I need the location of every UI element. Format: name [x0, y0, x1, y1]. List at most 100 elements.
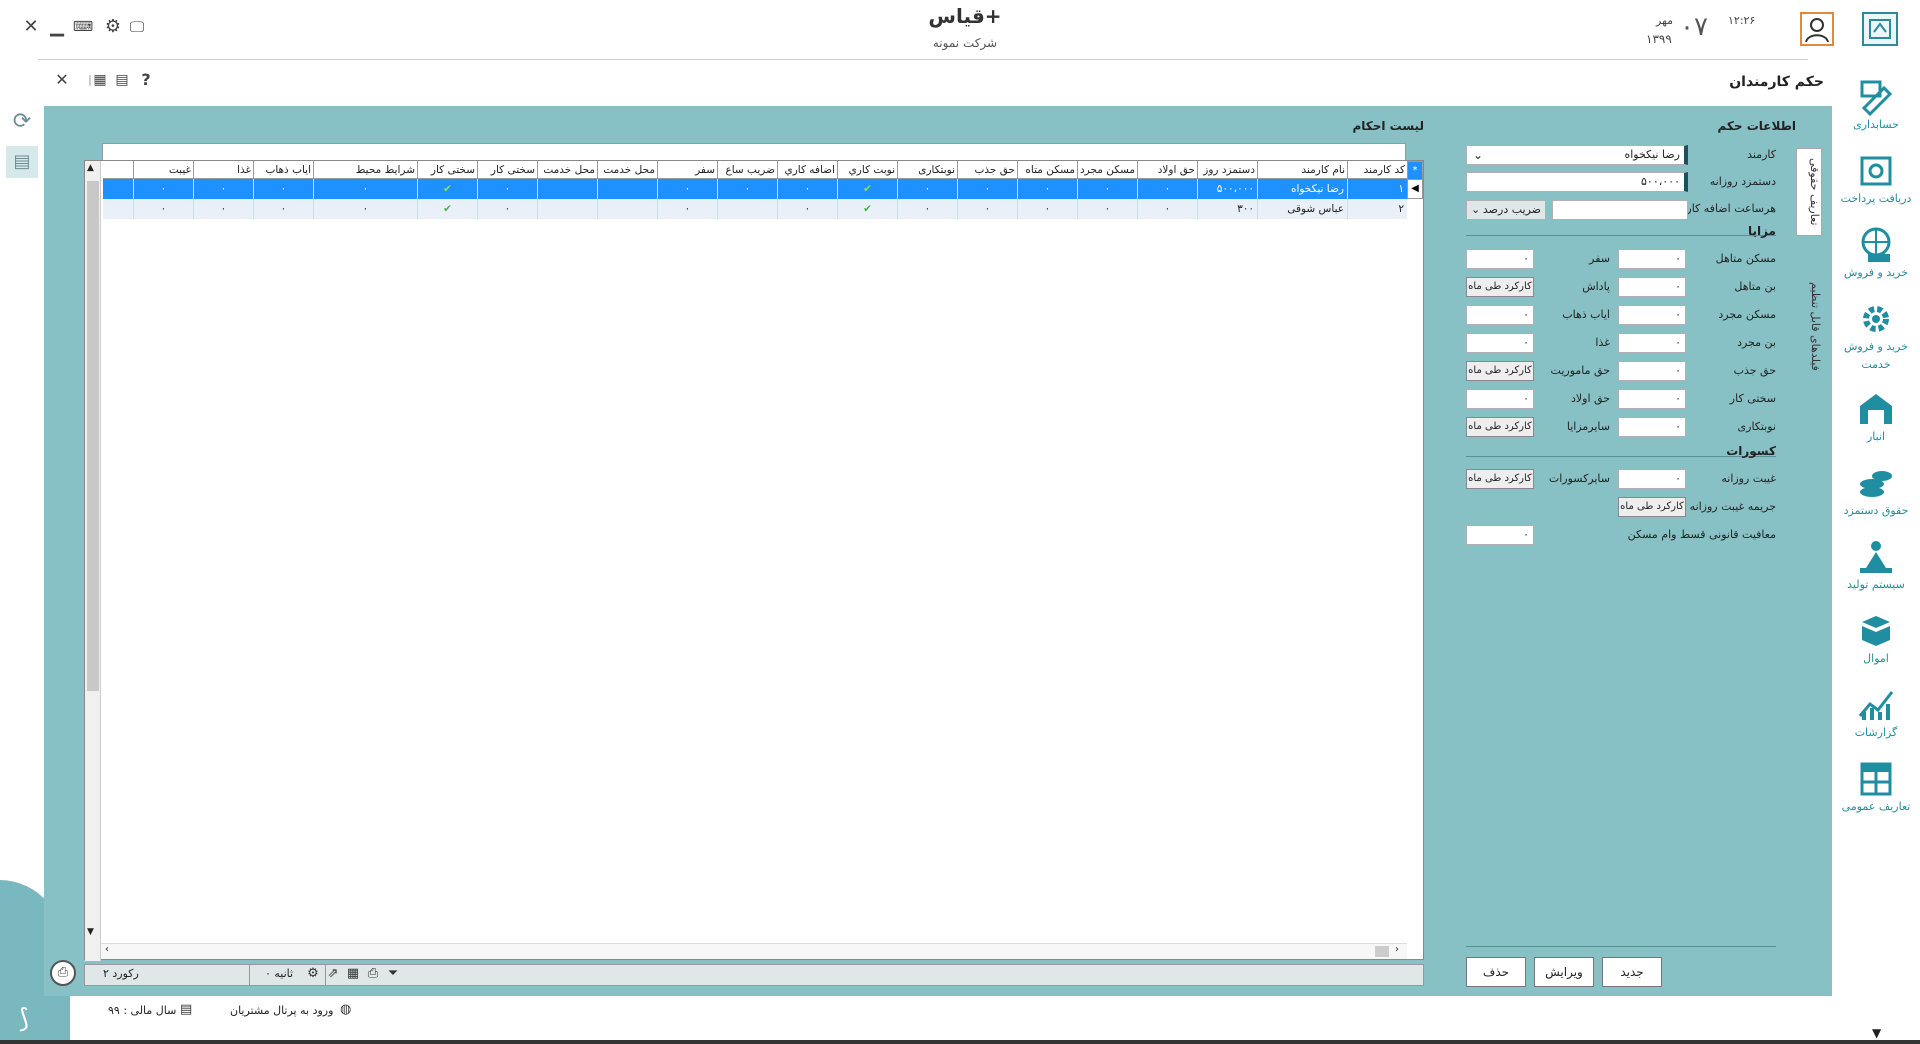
daily-absence-input[interactable]: ۰ — [1618, 469, 1686, 489]
scroll-left-icon[interactable]: ‹ — [105, 944, 109, 955]
nav-payroll[interactable]: حقوق دستمزد — [1832, 464, 1920, 520]
close-form-icon[interactable]: ✕ — [52, 70, 72, 90]
scroll-down-icon[interactable]: ▼ — [87, 927, 94, 937]
new-button[interactable]: جدید — [1602, 957, 1662, 987]
benefit-input[interactable]: ۰ — [1618, 333, 1686, 353]
table-row[interactable]: ۲ عباس شوقی ۳۰۰ ۰ ۰ ۰ ۰ ۰ ✔ ۰ ۰ ۰ ✔ ۰ ۰ … — [103, 199, 1407, 219]
gear-icon[interactable]: ⚙ — [102, 16, 124, 38]
column-header[interactable]: سختی کار — [477, 161, 537, 179]
table-row[interactable]: ۱ رضا نیکخواه ۵۰۰،۰۰۰ ۰ ۰ ۰ ۰ ۰ ✔ ۰ ۰ ۰ … — [103, 179, 1407, 199]
filter-icon[interactable]: ⏷ — [385, 966, 401, 981]
delete-button[interactable]: حذف — [1466, 957, 1526, 987]
fiscal-year[interactable]: سال مالی : ۹۹ — [108, 1004, 176, 1017]
refresh-icon[interactable]: ⟳ — [6, 106, 38, 138]
overtime-mode-select[interactable]: ⌄ ضریب درصد — [1466, 200, 1546, 220]
benefit-input[interactable]: ۰ — [1618, 417, 1686, 437]
keyboard-icon[interactable]: ⌨ — [72, 16, 94, 38]
monitor-icon[interactable]: 🖵 — [126, 16, 148, 38]
nav-definitions[interactable]: تعاریف عمومی — [1832, 760, 1920, 816]
nav-buy-sell[interactable]: خرید و فروش — [1832, 226, 1920, 282]
grid-view-icon[interactable]: ▦ — [90, 70, 110, 90]
column-header[interactable]: شرایط محیط — [313, 161, 417, 179]
nav-production[interactable]: سیستم تولید — [1832, 538, 1920, 594]
monthly-work-button[interactable]: کارکرد طی ماه — [1466, 417, 1534, 437]
daily-wage-input[interactable]: ۵۰۰،۰۰۰ — [1466, 172, 1688, 192]
column-header[interactable]: غیبت — [133, 161, 193, 179]
calendar-icon[interactable]: ▤ — [112, 70, 132, 90]
new-row-indicator[interactable]: * — [1407, 161, 1423, 181]
benefit-input[interactable]: ۰ — [1618, 389, 1686, 409]
export-icon[interactable]: ⇗ — [325, 966, 341, 981]
cell-value: ۰ — [1137, 179, 1197, 199]
column-header[interactable]: ایاب ذهاب — [253, 161, 313, 179]
benefit-input[interactable]: ۰ — [1466, 249, 1534, 269]
employee-select[interactable]: ⌄ رضا نیکخواه — [1466, 145, 1688, 165]
edit-button[interactable]: ویرایش — [1534, 957, 1594, 987]
customer-portal-link[interactable]: ورود به پرتال مشتریان — [230, 1004, 333, 1017]
column-header[interactable]: سفر — [657, 161, 717, 179]
column-header[interactable]: حق جذب — [957, 161, 1017, 179]
column-header[interactable]: محل خدمت — [537, 161, 597, 179]
print-report-icon[interactable]: ⎙ — [50, 960, 76, 986]
cell-value: ۰ — [193, 179, 253, 199]
cell-value: ۰ — [777, 199, 837, 219]
benefit-input[interactable]: ۰ — [1466, 333, 1534, 353]
column-header[interactable]: دستمزد روز — [1197, 161, 1257, 179]
monthly-work-button[interactable]: کارکرد طی ماه — [1466, 277, 1534, 297]
nav-receive-pay[interactable]: دریافت پرداخت — [1832, 152, 1920, 208]
nav-accounting[interactable]: حسابداری — [1832, 78, 1920, 134]
housing-loan-input[interactable]: ۰ — [1466, 525, 1534, 545]
benefit-input[interactable]: ۰ — [1466, 389, 1534, 409]
column-header[interactable]: سختی کار — [417, 161, 477, 179]
column-header[interactable]: ضریب ساع — [717, 161, 777, 179]
table-icon[interactable]: ▦ — [345, 966, 361, 981]
vertical-scrollbar[interactable]: ▲ ▼ — [85, 161, 101, 961]
chevron-down-icon[interactable]: ▼ — [1872, 1026, 1881, 1040]
benefit-input[interactable]: ۰ — [1618, 249, 1686, 269]
monthly-work-button[interactable]: کارکرد طی ماه — [1466, 361, 1534, 381]
print-icon[interactable]: ⎙ — [365, 966, 381, 981]
column-header[interactable]: اضافه کاري — [777, 161, 837, 179]
column-header[interactable]: کد کارمند — [1347, 161, 1407, 179]
clock-month: مهر — [1656, 14, 1674, 27]
horizontal-scrollbar[interactable]: ‹ › — [101, 943, 1407, 959]
close-window-icon[interactable]: ✕ — [20, 16, 42, 38]
column-header[interactable]: نوبت کاري — [837, 161, 897, 179]
reports-icon — [1856, 686, 1896, 724]
column-header[interactable]: نوبتکاری — [897, 161, 957, 179]
column-header[interactable]: نام کارمند — [1257, 161, 1347, 179]
user-avatar[interactable] — [1800, 12, 1834, 46]
scroll-up-icon[interactable]: ▲ — [87, 163, 94, 173]
benefit-input[interactable]: ۰ — [1466, 305, 1534, 325]
nav-warehouse[interactable]: انبار — [1832, 390, 1920, 446]
current-row-indicator[interactable]: ◀ — [1407, 179, 1423, 199]
monthly-work-button[interactable]: کارکرد طی ماه — [1466, 469, 1534, 489]
globe-icon: ◍ — [340, 1002, 352, 1017]
tab-salary-definitions[interactable]: تعاریف حقوقی — [1796, 148, 1822, 236]
column-header[interactable]: مسکن مجرد — [1077, 161, 1137, 179]
benefit-input[interactable]: ۰ — [1618, 277, 1686, 297]
benefit-input[interactable]: ۰ — [1618, 305, 1686, 325]
benefit-input[interactable]: ۰ — [1618, 361, 1686, 381]
scroll-right-icon[interactable]: › — [1395, 944, 1399, 955]
column-header[interactable]: مسکن متاه — [1017, 161, 1077, 179]
column-header[interactable]: غذا — [193, 161, 253, 179]
cell-value: ۰ — [897, 199, 957, 219]
records-grid[interactable]: ▲ ▼ کد کارمند نام کارمند دستمزد روز حق ا… — [84, 160, 1424, 961]
nav-reports[interactable]: گزارشات — [1832, 686, 1920, 742]
nav-service[interactable]: خرید و فروش خدمت — [1832, 300, 1920, 374]
overtime-rate-input[interactable] — [1552, 200, 1688, 220]
monthly-work-button[interactable]: کارکرد طی ماه — [1618, 497, 1686, 517]
chevron-down-icon: ⌄ — [1471, 203, 1481, 216]
settings-icon[interactable]: ⚙ — [305, 966, 321, 981]
column-header[interactable]: محل خدمت — [597, 161, 657, 179]
scroll-thumb[interactable] — [1375, 946, 1389, 957]
form-card-icon[interactable]: ▤ — [6, 146, 38, 178]
divider — [1466, 946, 1776, 947]
help-icon[interactable]: ? — [136, 70, 156, 90]
nav-assets[interactable]: اموال — [1832, 612, 1920, 668]
scroll-thumb[interactable] — [87, 181, 99, 691]
minimize-window-icon[interactable]: ▁ — [46, 16, 68, 38]
tab-custom-fields[interactable]: فیلدهای قابل تنظیم — [1796, 270, 1822, 382]
column-header[interactable]: حق اولاد — [1137, 161, 1197, 179]
